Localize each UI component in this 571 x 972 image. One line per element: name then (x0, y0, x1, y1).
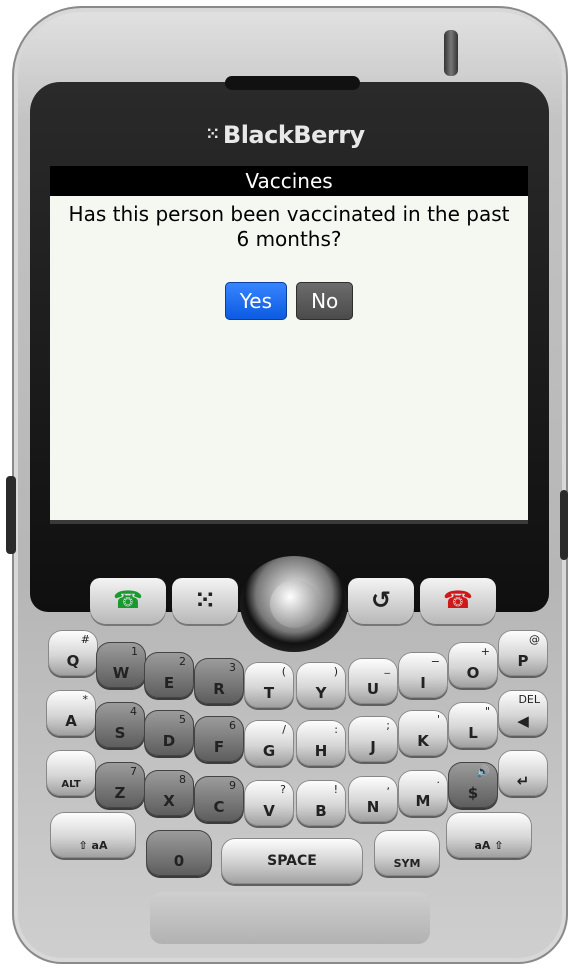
device-screen: Vaccines Has this person been vaccinated… (50, 166, 528, 520)
key-o[interactable]: + O (448, 642, 498, 688)
top-side-button[interactable] (444, 30, 458, 76)
key-s[interactable]: 4S (95, 702, 145, 748)
key-l[interactable]: " L (448, 702, 498, 748)
no-button[interactable]: No (296, 282, 354, 320)
yes-button[interactable]: Yes (224, 282, 287, 320)
device-bottom (150, 892, 430, 944)
back-key[interactable]: ↺ (348, 578, 414, 624)
key-d[interactable]: 5D (144, 710, 194, 756)
blackberry-logo: ⁙ BlackBerry (206, 121, 365, 149)
back-icon: ↺ (370, 586, 392, 614)
screen-title: Vaccines (50, 166, 528, 196)
key-k[interactable]: ' K (398, 710, 448, 756)
key-alt[interactable]: ALT (46, 750, 96, 796)
call-icon: ☎ (113, 586, 143, 614)
key-b[interactable]: ! B (296, 780, 346, 826)
left-convenience-key[interactable] (6, 476, 16, 554)
key-enter[interactable]: ↵ (498, 750, 548, 796)
key-del[interactable]: DEL ◀ (498, 690, 548, 736)
vaccination-question: Has this person been vaccinated in the p… (68, 202, 510, 251)
key-p[interactable]: @ P (498, 630, 548, 676)
key-h[interactable]: :H (296, 720, 346, 766)
end-call-key[interactable]: ☎ (420, 578, 496, 624)
key-j[interactable]: ; J (348, 716, 398, 762)
key-q[interactable]: # Q (48, 630, 98, 676)
key-n[interactable]: ,N (348, 776, 398, 822)
key-x[interactable]: 8X (144, 770, 194, 816)
blackberry-mark-icon: ⁙ (206, 124, 219, 143)
key-c[interactable]: 9C (194, 776, 244, 822)
screen-edge (50, 520, 528, 524)
key-right-shift[interactable]: aA ⇧ (446, 812, 532, 858)
key-zero[interactable]: 0 (146, 830, 212, 876)
key-t[interactable]: (T (244, 662, 294, 708)
key-r[interactable]: 3R (194, 658, 244, 704)
right-convenience-key[interactable] (560, 490, 568, 560)
speaker-icon: 🔊 (476, 765, 490, 778)
key-e[interactable]: 2E (144, 652, 194, 698)
key-a[interactable]: * A (46, 690, 96, 736)
blackberry-menu-icon: ⁙ (194, 586, 216, 614)
menu-key[interactable]: ⁙ (172, 578, 238, 624)
key-dollar[interactable]: 🔊 $ (448, 762, 498, 808)
brand-name: BlackBerry (222, 121, 365, 149)
end-call-icon: ☎ (443, 586, 473, 614)
key-z[interactable]: 7Z (95, 762, 145, 808)
key-i[interactable]: − I (398, 652, 448, 698)
key-left-shift[interactable]: ⇧ aA (50, 812, 136, 858)
key-f[interactable]: 6F (194, 716, 244, 762)
key-sym[interactable]: SYM (374, 830, 440, 876)
trackball[interactable] (270, 580, 320, 628)
key-w[interactable]: 1W (96, 642, 146, 688)
space-key[interactable]: SPACE (221, 838, 363, 884)
call-key[interactable]: ☎ (90, 578, 166, 624)
key-v[interactable]: ? V (244, 780, 294, 826)
answer-buttons: Yes No (50, 282, 528, 320)
key-m[interactable]: .M (398, 770, 448, 816)
key-u[interactable]: _ U (348, 658, 398, 704)
delete-icon: ◀ (517, 712, 529, 730)
key-y[interactable]: ) Y (296, 662, 346, 708)
enter-icon: ↵ (516, 772, 530, 790)
earpiece (225, 76, 360, 90)
key-g[interactable]: / G (244, 720, 294, 766)
